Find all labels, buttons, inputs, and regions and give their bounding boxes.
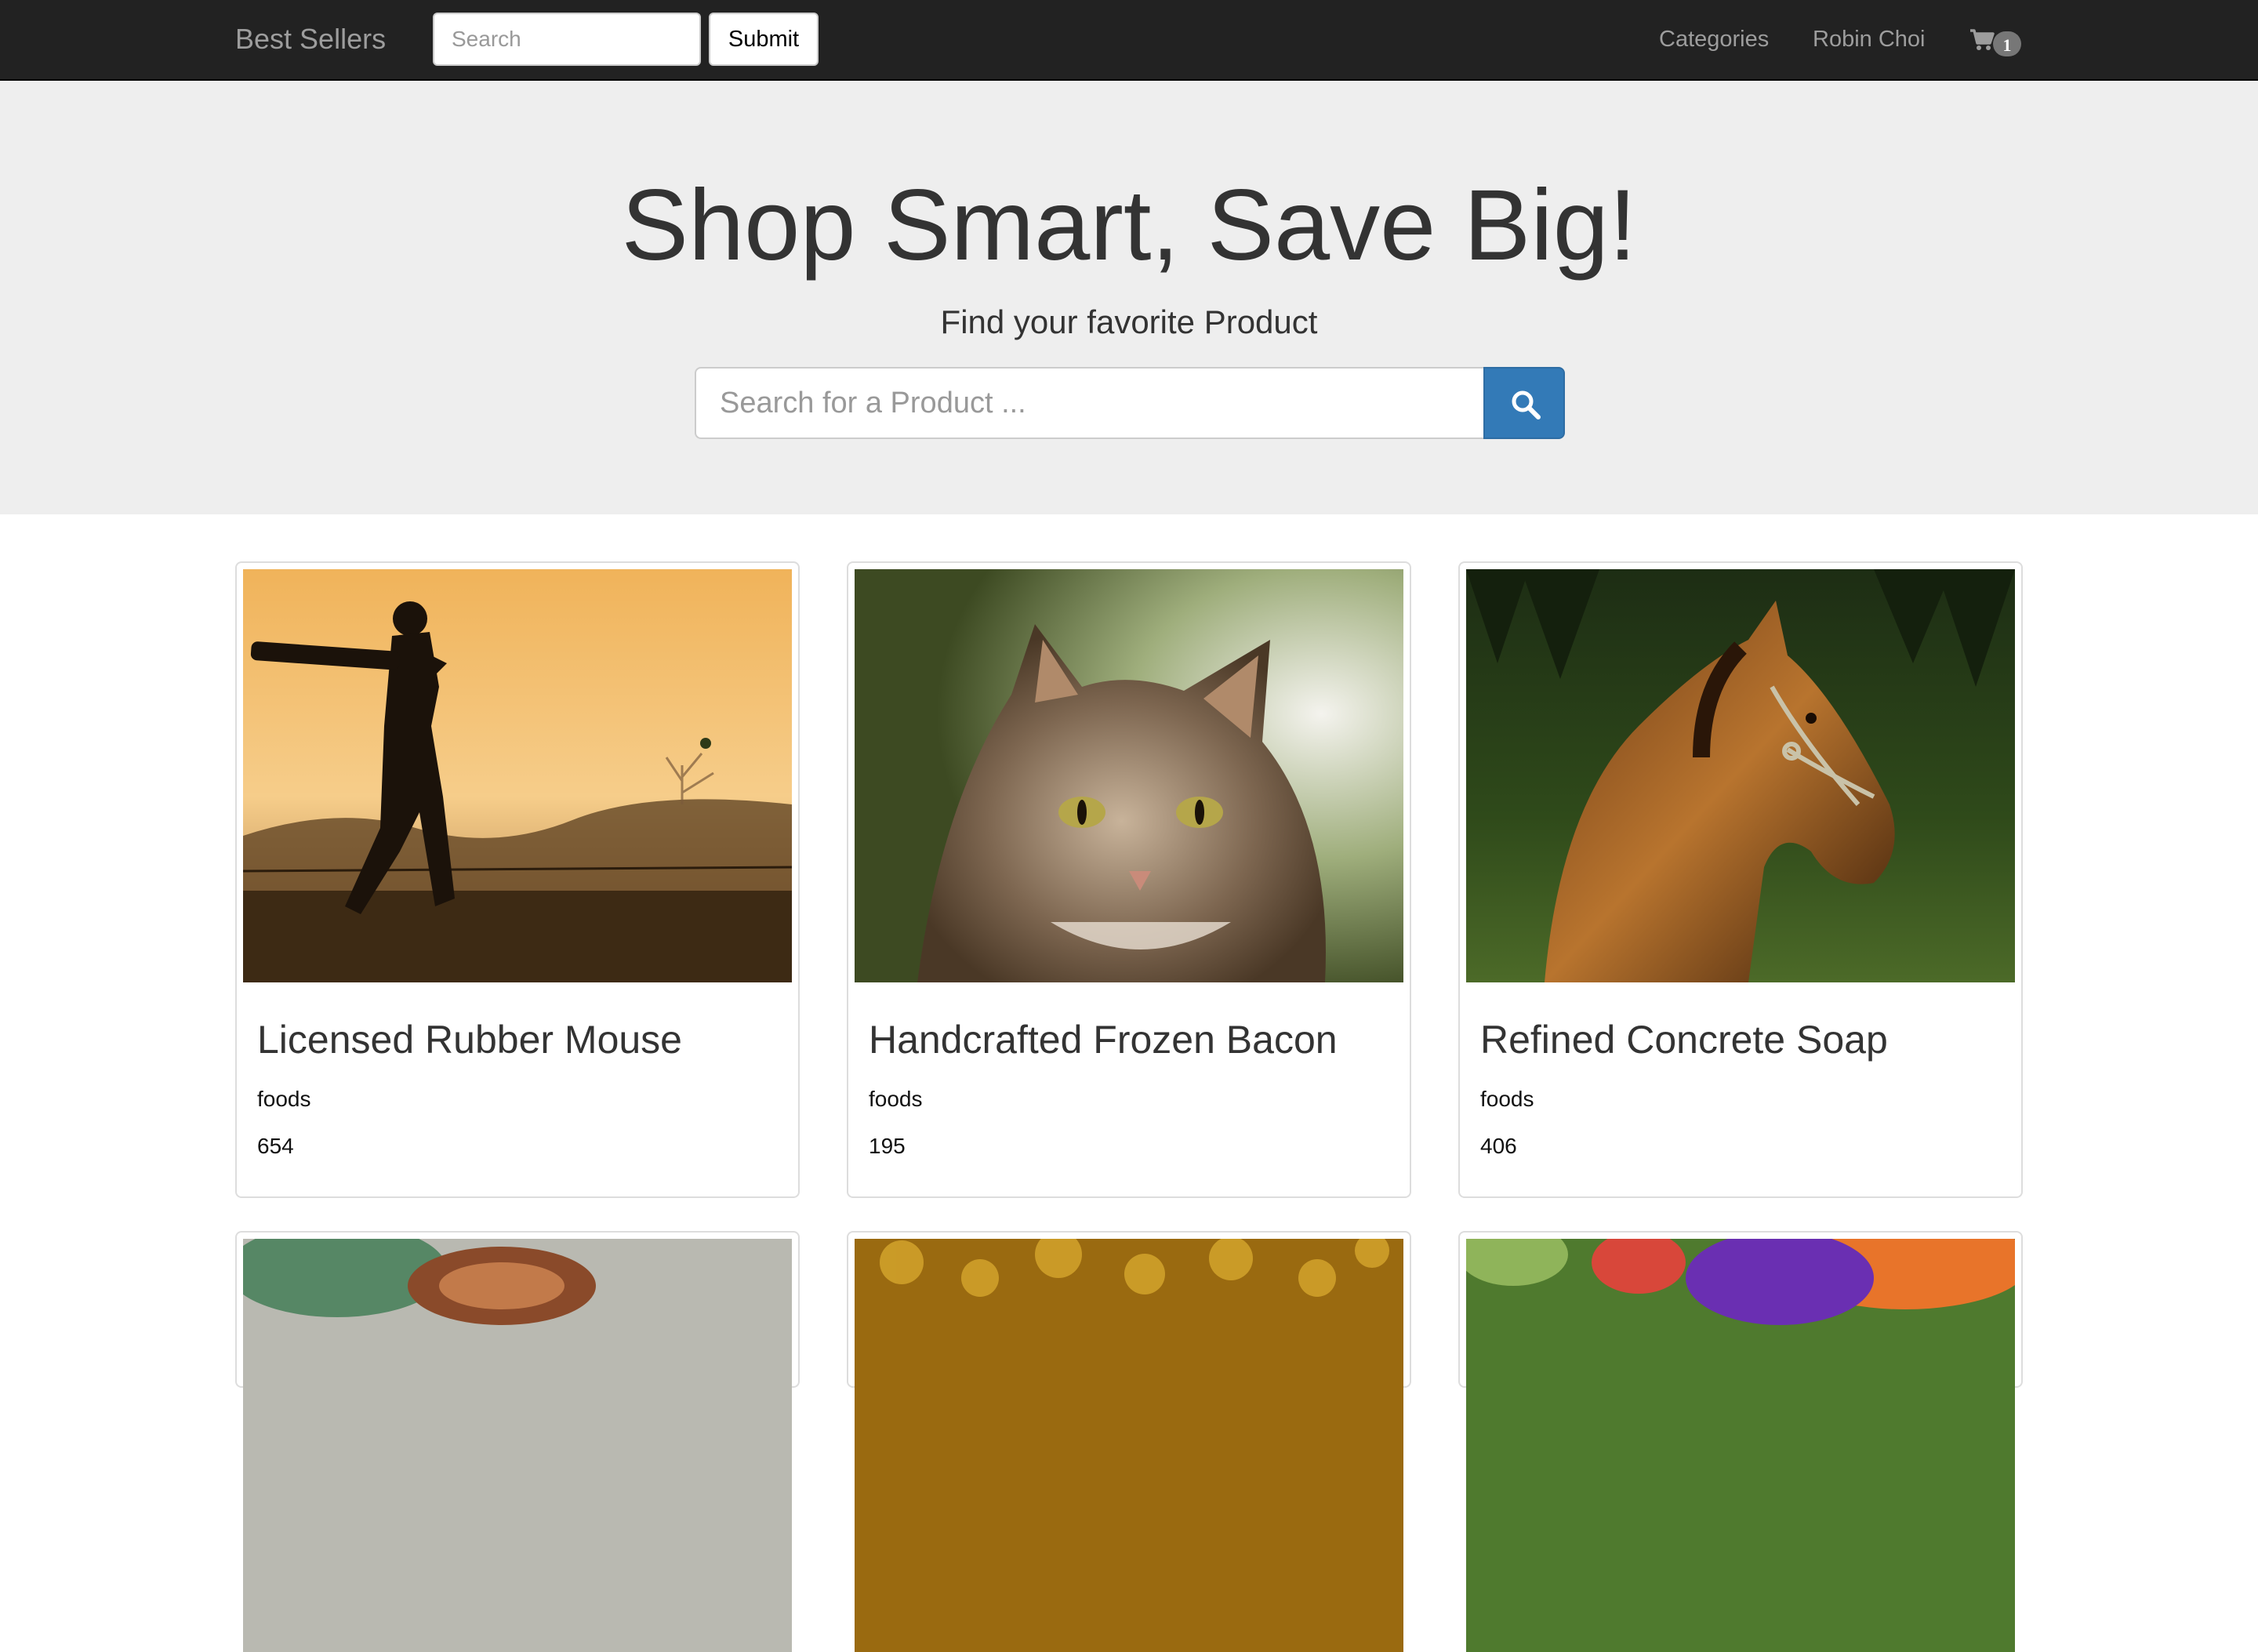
product-image-copper-coil	[243, 1239, 792, 1652]
brand-link[interactable]: Best Sellers	[235, 20, 386, 58]
product-price: 654	[257, 1134, 294, 1158]
product-category: foods	[1480, 1087, 1534, 1111]
product-card[interactable]	[1458, 1231, 2023, 1652]
hero-subtitle: Find your favorite Product	[940, 303, 1318, 340]
hero-jumbotron: Shop Smart, Save Big! Find your favorite…	[0, 81, 2258, 514]
product-image-cricket-batsman	[243, 569, 792, 982]
cart-count-badge: 1	[1993, 31, 2021, 56]
product-category: foods	[257, 1087, 311, 1111]
product-image-golden-bokeh	[855, 1239, 1403, 1652]
product-search-input[interactable]	[695, 367, 1485, 439]
product-name[interactable]: Refined Concrete Soap	[1480, 1015, 1888, 1065]
product-card[interactable]	[235, 1231, 800, 1652]
product-image-horse	[1466, 569, 2015, 982]
product-card[interactable]: Refined Concrete Soap foods 406	[1458, 561, 2023, 1198]
product-card[interactable]: Licensed Rubber Mouse foods 654	[235, 561, 800, 1198]
product-image-purple-flowers	[1466, 1239, 2015, 1652]
product-card[interactable]	[847, 1231, 1411, 1652]
cart-button[interactable]: 1	[1969, 25, 2024, 60]
nav-user-link[interactable]: Robin Choi	[1813, 20, 1925, 58]
search-icon	[1512, 390, 1541, 419]
product-price: 406	[1480, 1134, 1517, 1158]
navbar-search-input[interactable]	[433, 13, 701, 66]
product-name[interactable]: Licensed Rubber Mouse	[257, 1015, 682, 1065]
nav-categories-link[interactable]: Categories	[1659, 20, 1769, 58]
product-name[interactable]: Handcrafted Frozen Bacon	[869, 1015, 1338, 1065]
product-card[interactable]: Handcrafted Frozen Bacon foods 195	[847, 561, 1411, 1198]
product-category: foods	[869, 1087, 923, 1111]
shopping-cart-icon	[1970, 29, 1995, 50]
product-search-button[interactable]	[1483, 367, 1565, 439]
hero-title: Shop Smart, Save Big!	[621, 169, 1637, 281]
top-navbar: Best Sellers Submit Categories Robin Cho…	[0, 0, 2258, 81]
product-price: 195	[869, 1134, 906, 1158]
product-image-cat	[855, 569, 1403, 982]
navbar-submit-button[interactable]: Submit	[709, 13, 819, 66]
